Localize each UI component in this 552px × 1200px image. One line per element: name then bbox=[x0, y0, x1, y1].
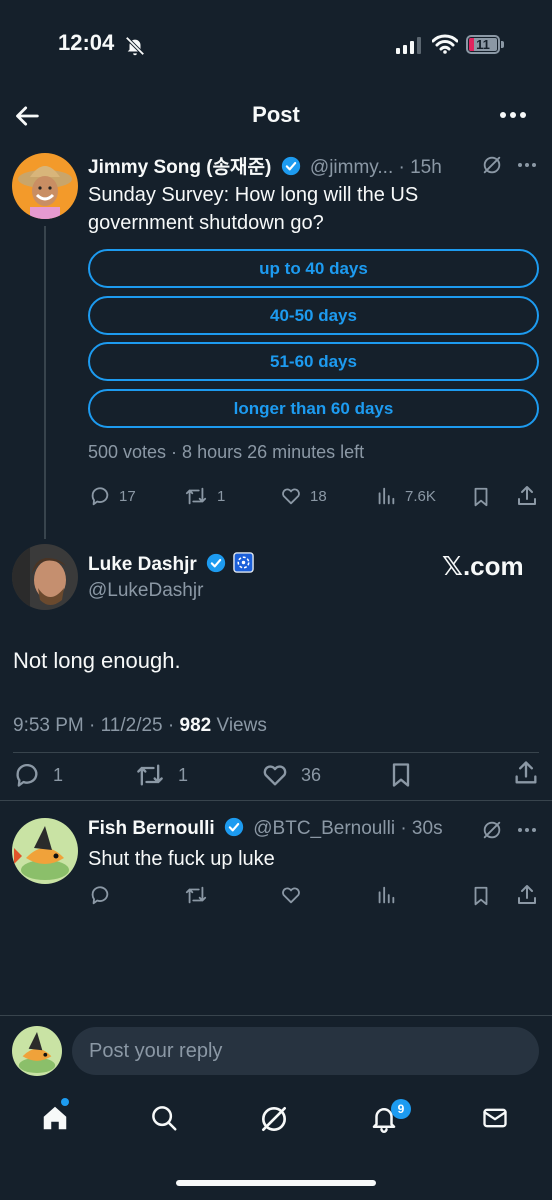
divider bbox=[0, 1015, 552, 1016]
share-icon[interactable] bbox=[515, 883, 539, 907]
parent-post-header: Jimmy Song (송재준) @jimmy... · 15h bbox=[88, 152, 442, 179]
battery-level: 11 bbox=[476, 37, 490, 52]
verified-badge-icon bbox=[224, 817, 244, 837]
reply-icon[interactable] bbox=[89, 884, 111, 906]
verified-badge-icon bbox=[206, 553, 226, 573]
reply-post-header: Fish Bernoulli @BTC_Bernoulli · 30s bbox=[88, 817, 443, 840]
divider bbox=[0, 800, 552, 801]
search-icon[interactable] bbox=[149, 1103, 179, 1133]
grok-icon[interactable] bbox=[481, 154, 503, 176]
reply-count: 1 bbox=[53, 764, 64, 785]
cellular-signal-icon bbox=[395, 36, 423, 54]
post-timestamp-line: 9:53 PM · 11/2/25 · 982 Views bbox=[13, 715, 267, 737]
reply-text: Shut the fuck up luke bbox=[88, 848, 275, 870]
views-count[interactable]: 982 bbox=[180, 715, 212, 736]
repost-action[interactable]: 1 bbox=[134, 761, 188, 789]
share-icon[interactable] bbox=[512, 759, 540, 787]
reply-icon bbox=[16, 763, 38, 787]
poll-option-2[interactable]: 40-50 days bbox=[88, 296, 539, 335]
avatar-jimmy-song[interactable] bbox=[12, 153, 78, 219]
heart-icon bbox=[282, 488, 300, 505]
views-count: 7.6K bbox=[405, 487, 436, 505]
poll-option-3[interactable]: 51-60 days bbox=[88, 342, 539, 381]
views-label: Views bbox=[211, 715, 267, 736]
reply-count: 17 bbox=[119, 487, 136, 505]
notifications-badge: 9 bbox=[391, 1099, 411, 1119]
heart-icon bbox=[263, 765, 287, 786]
author-name[interactable]: Luke Dashjr bbox=[88, 554, 197, 575]
repost-action[interactable]: 1 bbox=[183, 485, 225, 507]
repost-count: 1 bbox=[178, 764, 189, 785]
author-handle[interactable]: @BTC_Bernoulli bbox=[253, 818, 395, 839]
affiliate-badge-icon[interactable] bbox=[233, 552, 255, 573]
like-count: 18 bbox=[310, 487, 327, 505]
post-more-icon[interactable] bbox=[517, 162, 537, 168]
post-more-icon[interactable] bbox=[517, 827, 537, 833]
author-name[interactable]: Jimmy Song (송재준) bbox=[88, 157, 271, 178]
reply-input[interactable]: Post your reply bbox=[72, 1027, 539, 1075]
reply-icon bbox=[91, 487, 109, 506]
like-action[interactable]: 36 bbox=[261, 761, 321, 789]
repost-icon bbox=[185, 487, 207, 505]
avatar-current-user[interactable] bbox=[12, 1026, 62, 1076]
battery-indicator: 11 bbox=[466, 35, 500, 54]
messages-icon[interactable] bbox=[480, 1104, 510, 1132]
battery-tip bbox=[501, 41, 504, 48]
share-icon[interactable] bbox=[515, 484, 539, 508]
main-post-text: Not long enough. bbox=[13, 648, 181, 673]
page-title: Post bbox=[252, 102, 300, 127]
home-indicator bbox=[176, 1180, 376, 1186]
status-time: 12:04 bbox=[58, 30, 115, 55]
main-post-author: Luke Dashjr bbox=[88, 552, 255, 576]
grok-tab-icon[interactable] bbox=[258, 1103, 290, 1135]
repost-count: 1 bbox=[217, 487, 226, 505]
bell-slash-icon bbox=[124, 35, 146, 57]
like-action[interactable]: 18 bbox=[280, 485, 327, 507]
views-chart-icon[interactable] bbox=[375, 884, 397, 906]
author-handle[interactable]: @jimmy... bbox=[310, 157, 393, 178]
verified-badge-icon bbox=[281, 156, 301, 176]
bookmark-icon[interactable] bbox=[470, 884, 492, 908]
heart-icon[interactable] bbox=[280, 884, 302, 906]
poll-option-4[interactable]: longer than 60 days bbox=[88, 389, 539, 428]
reply-action[interactable]: 1 bbox=[13, 761, 63, 789]
views-chart-icon bbox=[378, 487, 395, 505]
bookmark-icon[interactable] bbox=[470, 485, 492, 509]
repost-icon[interactable] bbox=[183, 884, 209, 906]
poll-meta: 500 votes · 8 hours 26 minutes left bbox=[88, 442, 365, 462]
watermark-xcom: 𝕏.com bbox=[442, 551, 524, 581]
reply-action[interactable]: 17 bbox=[89, 485, 136, 507]
like-count: 36 bbox=[301, 764, 322, 785]
post-time: · 15h bbox=[398, 157, 442, 178]
post-time: · 30s bbox=[400, 818, 443, 839]
avatar-luke-dashjr[interactable] bbox=[12, 544, 78, 610]
home-unread-dot bbox=[61, 1098, 69, 1106]
poll-option-1[interactable]: up to 40 days bbox=[88, 249, 539, 288]
home-icon[interactable] bbox=[40, 1103, 70, 1133]
post-text: Sunday Survey: How long will the US gove… bbox=[88, 184, 419, 234]
author-handle[interactable]: @LukeDashjr bbox=[88, 580, 203, 602]
views-action[interactable]: 7.6K bbox=[375, 485, 436, 507]
divider bbox=[13, 752, 539, 753]
more-options-icon[interactable] bbox=[499, 108, 527, 122]
wifi-icon bbox=[432, 34, 458, 54]
thread-line bbox=[44, 226, 46, 539]
author-name[interactable]: Fish Bernoulli bbox=[88, 818, 215, 839]
grok-icon[interactable] bbox=[481, 819, 503, 841]
repost-icon bbox=[137, 764, 163, 786]
post-timestamp: 9:53 PM · 11/2/25 · bbox=[13, 715, 180, 736]
bookmark-icon[interactable] bbox=[387, 760, 415, 790]
avatar-fish-bernoulli[interactable] bbox=[12, 818, 78, 884]
